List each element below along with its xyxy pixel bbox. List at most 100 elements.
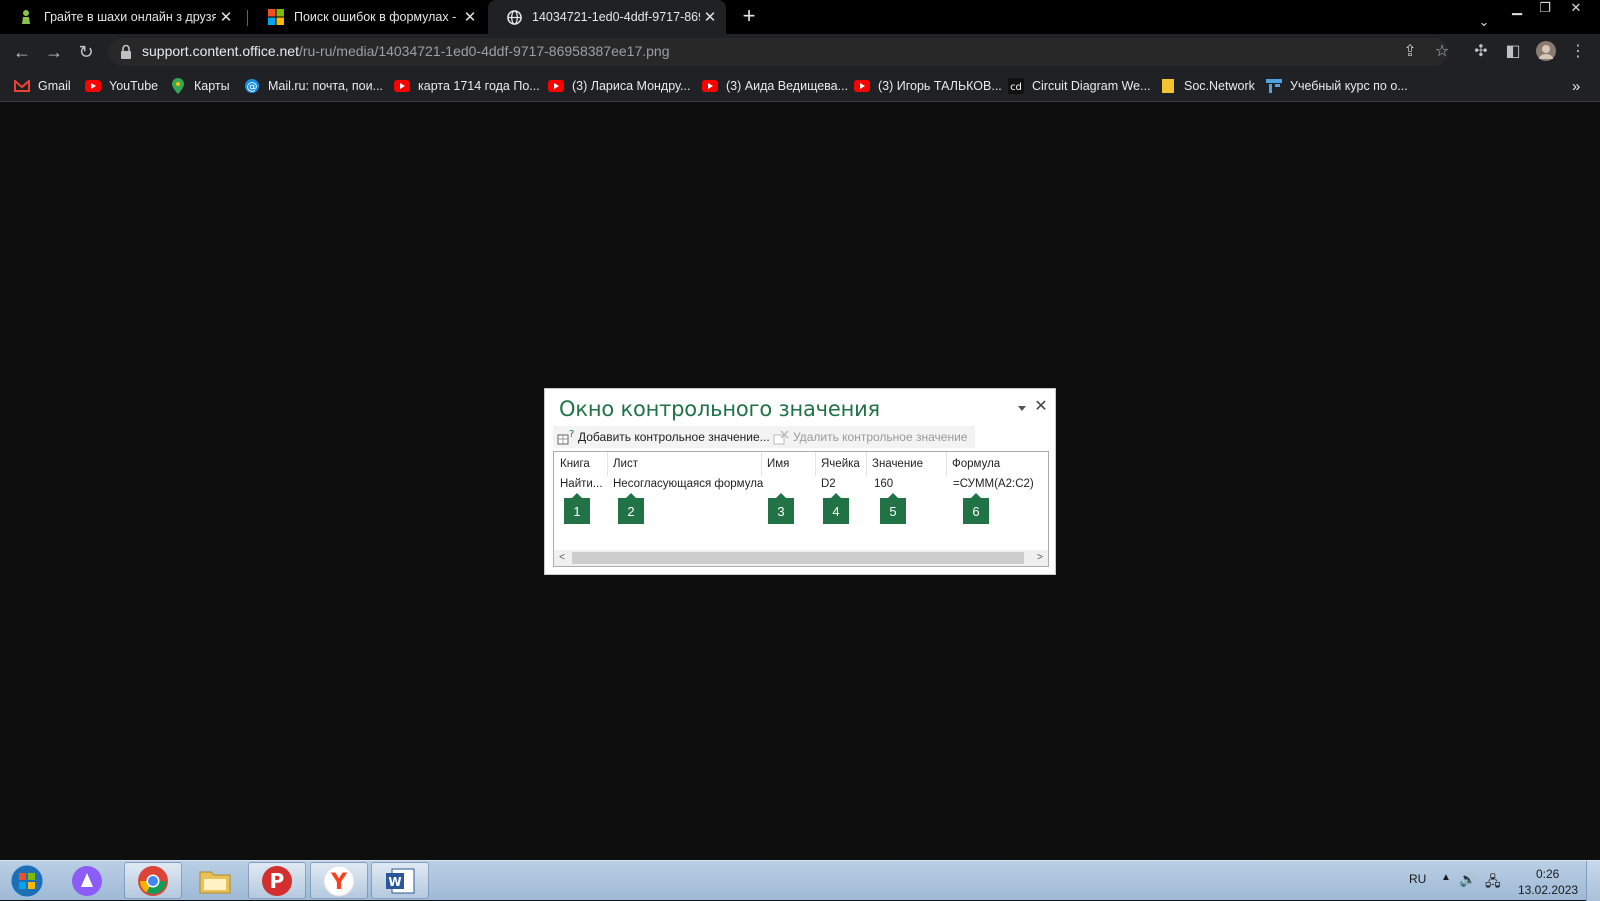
pane-close-icon[interactable]: ✕ (1032, 398, 1050, 416)
extensions-puzzle-icon[interactable]: ✣ (1469, 40, 1493, 64)
volume-icon[interactable]: 🔊 (1459, 871, 1476, 888)
at-sign-icon: @ (244, 78, 260, 94)
yandex-icon: Y (323, 865, 355, 896)
bookmark-gmail[interactable]: Gmail (14, 70, 71, 102)
scroll-left-icon[interactable]: < (554, 550, 570, 566)
svg-text:P: P (270, 869, 285, 893)
watch-list: Книга Лист Имя Ячейка Значение Формула Н… (553, 451, 1049, 567)
cell-book: Найти... (560, 478, 603, 490)
bookmark-label: Circuit Diagram We... (1032, 79, 1151, 93)
tab-close-icon[interactable]: ✕ (460, 8, 480, 26)
tab-image-active[interactable]: 14034721-1ed0-4ddf-9717-8695 ✕ (488, 0, 726, 34)
taskbar-pdf-reader[interactable]: P (248, 862, 306, 899)
address-bar[interactable]: support.content.office.net/ru-ru/media/1… (108, 38, 1448, 66)
bookmark-igor[interactable]: (3) Игорь ТАЛЬКОВ... (854, 70, 1002, 102)
horizontal-scrollbar[interactable]: < > (554, 550, 1048, 566)
column-divider (761, 452, 762, 476)
bookmark-circuit-diagram[interactable]: cd Circuit Diagram We... (1008, 70, 1151, 102)
bookmark-label: (3) Аида Ведищева... (726, 79, 849, 93)
bookmark-mailru[interactable]: @ Mail.ru: почта, пои... (244, 70, 383, 102)
scroll-right-icon[interactable]: > (1032, 550, 1048, 566)
tab-close-icon[interactable]: ✕ (700, 8, 720, 26)
share-icon[interactable]: ⇪ (1398, 40, 1422, 64)
cell-cell: D2 (821, 478, 836, 490)
column-header-name[interactable]: Имя (767, 458, 789, 470)
delete-watch-icon (772, 428, 790, 446)
taskbar-explorer[interactable] (186, 862, 244, 899)
forward-arrow-icon[interactable]: → (42, 40, 66, 64)
window-close-icon[interactable]: ✕ (1562, 0, 1590, 18)
side-panel-icon[interactable]: ◧ (1501, 40, 1525, 64)
bookmark-label: Учебный курс по о... (1290, 79, 1408, 93)
clock-time[interactable]: 0:26 (1536, 867, 1559, 881)
bookmark-label: Mail.ru: почта, пои... (268, 79, 384, 93)
gmail-icon (14, 78, 30, 94)
taskbar-yandex-browser[interactable]: Y (310, 862, 368, 899)
callout-badge: 3 (768, 493, 794, 524)
url-host: support.content.office.net (142, 43, 299, 59)
callout-badge: 1 (564, 493, 590, 524)
bookmark-aida[interactable]: (3) Аида Ведищева... (702, 70, 848, 102)
chrome-icon (138, 865, 168, 896)
restore-icon[interactable]: ❐ (1531, 0, 1559, 18)
column-header-formula[interactable]: Формула (952, 458, 1000, 470)
minimize-icon[interactable]: ▁ (1503, 0, 1531, 18)
bookmark-larisa[interactable]: (3) Лариса Мондру... (548, 70, 690, 102)
bookmark-map-1714[interactable]: карта 1714 года По... (394, 70, 540, 102)
bookmark-label: карта 1714 года По... (418, 79, 540, 93)
tab-close-icon[interactable]: ✕ (216, 8, 236, 26)
new-tab-button[interactable]: + (737, 5, 761, 29)
bookmark-label: (3) Лариса Мондру... (572, 79, 691, 93)
add-watch-button[interactable]: ? Добавить контрольное значение... (557, 426, 770, 448)
bookmark-label: Soc.Network (1184, 79, 1255, 93)
tab-title: Грайте в шахи онлайн з друзями (44, 10, 216, 24)
column-header-cell[interactable]: Ячейка (821, 458, 860, 470)
delete-watch-button[interactable]: Удалить контрольное значение (772, 426, 967, 448)
browser-menu-icon[interactable]: ⋮ (1566, 40, 1590, 64)
taskbar-chrome[interactable] (124, 862, 182, 899)
show-desktop-button[interactable] (1586, 861, 1600, 901)
show-hidden-icons[interactable]: ▲ (1441, 872, 1451, 883)
tab-search-icon[interactable]: ⌄ (1470, 14, 1498, 32)
watch-window-title: Окно контрольного значения (559, 397, 880, 421)
folder-icon (1160, 78, 1176, 94)
tab-title: Поиск ошибок в формулах - Сл (294, 10, 460, 24)
clock-date[interactable]: 13.02.2023 (1518, 883, 1578, 897)
bookmark-maps[interactable]: Карты (170, 70, 230, 102)
taskbar-word[interactable]: W (371, 862, 429, 899)
profile-avatar[interactable] (1534, 40, 1558, 64)
tab-chess[interactable]: Грайте в шахи онлайн з друзями ✕ (0, 0, 242, 34)
bookmark-star-icon[interactable]: ☆ (1430, 40, 1454, 64)
bookmark-youtube[interactable]: YouTube (85, 70, 158, 102)
callout-badge: 4 (823, 493, 849, 524)
reload-icon[interactable]: ↻ (74, 40, 98, 64)
youtube-icon (854, 78, 870, 94)
column-header-book[interactable]: Книга (560, 458, 590, 470)
map-pin-icon (170, 78, 186, 94)
tab-strip: Грайте в шахи онлайн з друзями ✕ Поиск о… (0, 0, 1600, 34)
youtube-icon (394, 78, 410, 94)
svg-text:W: W (388, 875, 401, 889)
tab-separator (247, 10, 248, 26)
svg-text:Y: Y (330, 870, 348, 895)
start-button[interactable] (0, 862, 54, 899)
language-indicator[interactable]: RU (1409, 872, 1426, 886)
tab-office-support[interactable]: Поиск ошибок в формулах - Сл ✕ (250, 0, 486, 34)
bookmark-soc-network[interactable]: Soc.Network (1160, 70, 1255, 102)
bookmarks-overflow-icon[interactable]: » (1572, 70, 1580, 102)
pane-options-icon[interactable] (1015, 401, 1029, 415)
bookmark-training-course[interactable]: Учебный курс по о... (1266, 70, 1408, 102)
callout-badge: 2 (618, 493, 644, 524)
youtube-icon (702, 78, 718, 94)
column-header-sheet[interactable]: Лист (613, 458, 638, 470)
p-letter-icon: P (262, 865, 292, 896)
folder-icon (199, 871, 231, 893)
back-arrow-icon[interactable]: ← (10, 40, 34, 64)
svg-text:@: @ (247, 80, 258, 93)
cell-sheet: Несогласующаяся формула (613, 478, 764, 490)
taskbar-alice[interactable] (58, 862, 116, 899)
network-icon[interactable]: 🖧 (1485, 871, 1501, 895)
column-header-value[interactable]: Значение (872, 458, 923, 470)
globe-icon (506, 9, 522, 25)
scroll-thumb[interactable] (572, 552, 1024, 564)
